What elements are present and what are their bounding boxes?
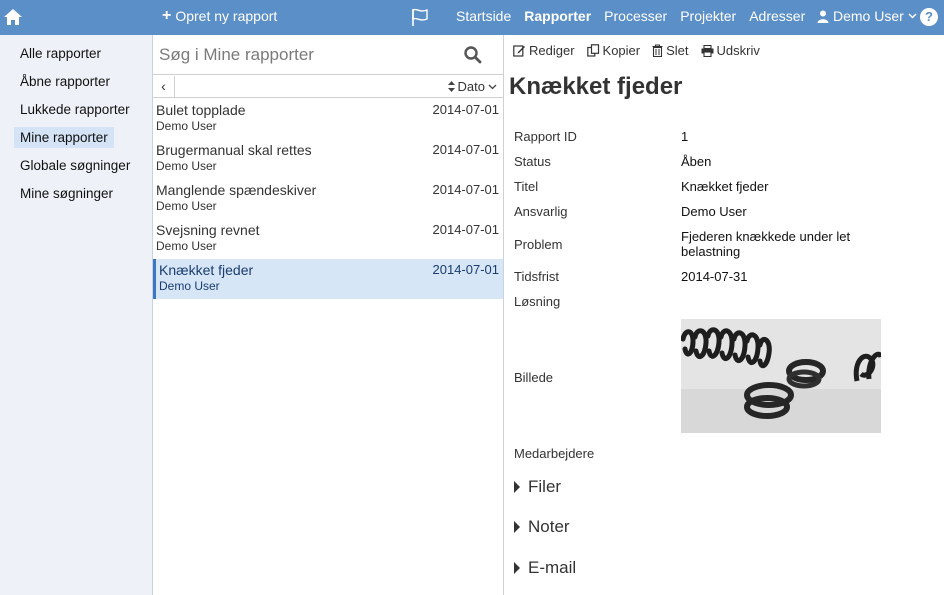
list-item[interactable]: Svejsning revnet 2014-07-01 Demo User: [153, 219, 503, 259]
list-item-author: Demo User: [156, 199, 217, 213]
field-label-status: Status: [514, 154, 551, 169]
list-item-title: Manglende spændeskiver: [156, 182, 317, 198]
copy-button[interactable]: Kopier: [586, 43, 641, 58]
list-item[interactable]: Brugermanual skal rettes 2014-07-01 Demo…: [153, 139, 503, 179]
nav-adresser[interactable]: Adresser: [749, 8, 805, 24]
field-label-employees: Medarbejdere: [514, 446, 595, 461]
field-value-responsible: Demo User: [681, 204, 747, 219]
detail-toolbar: Rediger Kopier Slet Udskriv: [513, 43, 772, 58]
sidebar-item-all-reports[interactable]: Alle rapporter: [14, 43, 107, 64]
copy-label: Kopier: [602, 43, 641, 58]
delete-button[interactable]: Slet: [652, 43, 689, 58]
search-input[interactable]: Søg i Mine rapporter: [159, 45, 314, 65]
list-item-author: Demo User: [159, 279, 220, 293]
list-item-title: Brugermanual skal rettes: [156, 142, 312, 158]
list-item-date: 2014-07-01: [432, 182, 500, 197]
list-item-title: Svejsning revnet: [156, 222, 260, 238]
section-email-label: E-mail: [528, 558, 577, 577]
user-icon: [817, 10, 829, 23]
plus-icon: +: [162, 7, 172, 24]
caret-right-icon: [514, 562, 520, 574]
edit-button[interactable]: Rediger: [513, 43, 575, 58]
print-label: Udskriv: [716, 43, 760, 58]
list-item-date: 2014-07-01: [432, 222, 500, 237]
list-item-author: Demo User: [156, 159, 217, 173]
sidebar-item-open-reports[interactable]: Åbne rapporter: [14, 71, 116, 92]
list-item-selected[interactable]: Knækket fjeder 2014-07-01 Demo User: [153, 259, 503, 299]
new-report-button[interactable]: + Opret ny rapport: [162, 7, 278, 25]
list-item-date: 2014-07-01: [432, 102, 500, 117]
field-label-report-id: Rapport ID: [514, 129, 577, 144]
caret-right-icon: [514, 521, 520, 533]
help-icon[interactable]: ?: [920, 8, 938, 26]
top-navigation-bar: + Opret ny rapport Startside Rapporter P…: [0, 0, 944, 35]
delete-label: Slet: [666, 43, 689, 58]
user-menu[interactable]: Demo User: [817, 8, 917, 24]
edit-icon: [513, 45, 525, 57]
sidebar-item-my-reports[interactable]: Mine rapporter: [14, 127, 114, 148]
field-label-responsible: Ansvarlig: [514, 204, 568, 219]
chevron-down-icon: [488, 84, 497, 89]
section-files[interactable]: Filer: [514, 477, 561, 497]
user-name: Demo User: [833, 8, 904, 24]
field-label-deadline: Tidsfrist: [514, 269, 560, 284]
search-icon[interactable]: [463, 45, 483, 65]
list-item-title: Knækket fjeder: [159, 262, 254, 278]
nav-projekter[interactable]: Projekter: [680, 8, 736, 24]
report-title: Knækket fjeder: [509, 73, 683, 100]
spring-photo[interactable]: [681, 319, 881, 433]
sort-icon: [447, 81, 455, 92]
caret-right-icon: [514, 481, 520, 493]
list-item-date: 2014-07-01: [432, 142, 500, 157]
list-item-author: Demo User: [156, 239, 217, 253]
section-notes-label: Noter: [528, 517, 570, 536]
back-button[interactable]: ‹: [153, 76, 175, 97]
edit-label: Rediger: [529, 43, 575, 58]
trash-icon: [652, 44, 663, 57]
field-value-deadline: 2014-07-31: [681, 269, 748, 284]
sidebar-item-closed-reports[interactable]: Lukkede rapporter: [14, 99, 136, 120]
section-email[interactable]: E-mail: [514, 558, 576, 578]
list-item-title: Bulet topplade: [156, 102, 246, 118]
sort-by-date-button[interactable]: Dato: [447, 79, 497, 94]
print-button[interactable]: Udskriv: [701, 43, 760, 58]
copy-icon: [586, 44, 599, 57]
field-label-solution: Løsning: [514, 294, 561, 309]
field-label-problem: Problem: [514, 237, 563, 252]
flag-icon[interactable]: [410, 7, 430, 27]
sidebar: Alle rapporter Åbne rapporter Lukkede ra…: [0, 35, 153, 595]
nav-processer[interactable]: Processer: [604, 8, 667, 24]
sort-label: Dato: [457, 79, 485, 94]
field-value-title: Knækket fjeder: [681, 179, 769, 194]
field-value-status: Åben: [681, 154, 712, 169]
list-item-date: 2014-07-01: [432, 262, 500, 277]
section-files-label: Filer: [528, 477, 562, 496]
list-toolbar: ‹ Dato: [153, 76, 503, 98]
field-label-title: Titel: [514, 179, 539, 194]
field-value-problem: Fjederen knækkede under let belastning: [681, 229, 851, 259]
print-icon: [701, 44, 714, 57]
list-item-author: Demo User: [156, 119, 217, 133]
chevron-down-icon: [908, 13, 917, 19]
report-list-panel: Søg i Mine rapporter ‹ Dato Bulet toppla…: [153, 35, 504, 595]
main-nav: Startside Rapporter Processer Projekter …: [456, 8, 818, 24]
sidebar-item-global-searches[interactable]: Globale søgninger: [14, 155, 136, 176]
nav-rapporter[interactable]: Rapporter: [524, 8, 591, 24]
list-item[interactable]: Manglende spændeskiver 2014-07-01 Demo U…: [153, 179, 503, 219]
field-label-image: Billede: [514, 370, 554, 385]
report-detail-panel: Rediger Kopier Slet Udskriv Knækket fjed…: [505, 35, 944, 595]
search-box[interactable]: Søg i Mine rapporter: [153, 35, 503, 75]
new-report-label: Opret ny rapport: [175, 8, 278, 24]
nav-startside[interactable]: Startside: [456, 8, 511, 24]
field-value-report-id: 1: [681, 129, 689, 144]
list-item[interactable]: Bulet topplade 2014-07-01 Demo User: [153, 99, 503, 139]
sidebar-item-my-searches[interactable]: Mine søgninger: [14, 183, 119, 204]
section-notes[interactable]: Noter: [514, 517, 570, 537]
home-icon[interactable]: [2, 6, 24, 28]
